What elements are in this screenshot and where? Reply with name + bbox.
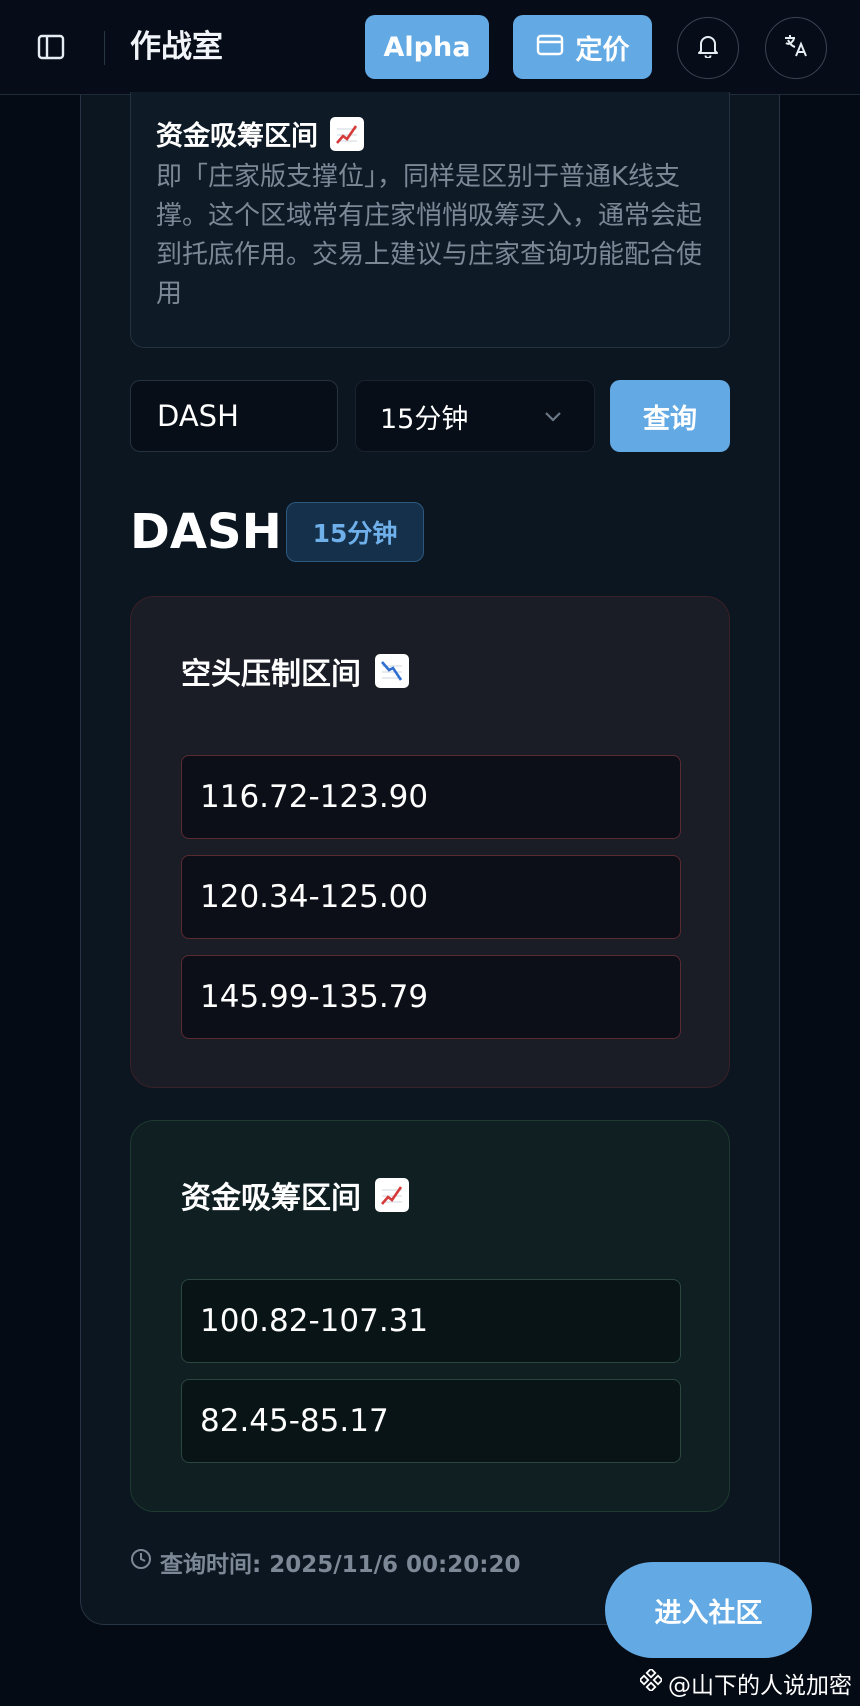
clock-icon	[130, 1548, 152, 1576]
translate-icon	[783, 34, 809, 62]
notifications-button[interactable]	[677, 17, 739, 79]
chart-increasing-icon	[330, 116, 364, 151]
bear-zone-list: 116.72-123.90 120.34-125.00 145.99-135.7…	[181, 755, 681, 1055]
enter-community-button[interactable]: 进入社区	[605, 1562, 812, 1658]
top-bar: 作战室 Alpha 定价	[0, 0, 860, 95]
alpha-button[interactable]: Alpha	[365, 15, 489, 79]
credit-card-icon	[536, 32, 564, 63]
query-button-label: 查询	[643, 403, 697, 435]
bell-icon	[697, 34, 719, 62]
result-interval-badge: 15分钟	[286, 502, 424, 562]
bear-zone-range: 120.34-125.00	[181, 855, 681, 939]
bear-zone-range: 145.99-135.79	[181, 955, 681, 1039]
bull-zone-list: 100.82-107.31 82.45-85.17	[181, 1279, 681, 1479]
info-card-description: 即「庄家版支撑位」，同样是区别于普通K线支撑。这个区域常有庄家悄悄吸筹买入，通常…	[156, 162, 703, 309]
info-card-title-text: 资金吸筹区间	[156, 121, 318, 152]
bear-zone-title-text: 空头压制区间	[181, 657, 361, 692]
app-title: 作战室	[130, 29, 223, 65]
bear-zone-range: 116.72-123.90	[181, 755, 681, 839]
interval-select[interactable]: 15分钟	[355, 380, 595, 452]
header-divider	[104, 31, 105, 65]
bull-zone-title: 资金吸筹区间	[181, 1173, 409, 1217]
enter-community-label: 进入社区	[654, 1597, 763, 1629]
result-symbol-title: DASH	[130, 504, 282, 560]
pricing-button-label: 定价	[575, 34, 630, 66]
binance-logo-icon	[638, 1667, 664, 1697]
query-timestamp: 查询时间: 2025/11/6 00:20:20	[130, 1545, 520, 1579]
bear-zone-card: 空头压制区间 116.72-123.90 120.34-125.00 145.9…	[130, 596, 730, 1088]
chevron-down-icon	[542, 405, 564, 431]
bull-zone-title-text: 资金吸筹区间	[181, 1181, 361, 1216]
watermark: @山下的人说加密	[638, 1666, 852, 1700]
bull-zone-card: 资金吸筹区间 100.82-107.31 82.45-85.17	[130, 1120, 730, 1512]
language-button[interactable]	[765, 17, 827, 79]
watermark-text: @山下的人说加密	[668, 1673, 852, 1699]
query-button[interactable]: 查询	[610, 380, 730, 452]
bull-zone-range: 100.82-107.31	[181, 1279, 681, 1363]
chart-increasing-icon	[375, 1178, 409, 1212]
chart-decreasing-icon	[375, 654, 409, 688]
interval-select-value: 15分钟	[380, 403, 469, 435]
bull-zone-range: 82.45-85.17	[181, 1379, 681, 1463]
sidebar-toggle-icon[interactable]	[34, 30, 68, 64]
query-timestamp-text: 查询时间: 2025/11/6 00:20:20	[160, 1552, 521, 1578]
bear-zone-title: 空头压制区间	[181, 649, 409, 693]
info-card-title: 资金吸筹区间	[156, 114, 364, 153]
pricing-button[interactable]: 定价	[513, 15, 652, 79]
alpha-button-label: Alpha	[383, 31, 471, 63]
symbol-input[interactable]	[130, 380, 338, 452]
